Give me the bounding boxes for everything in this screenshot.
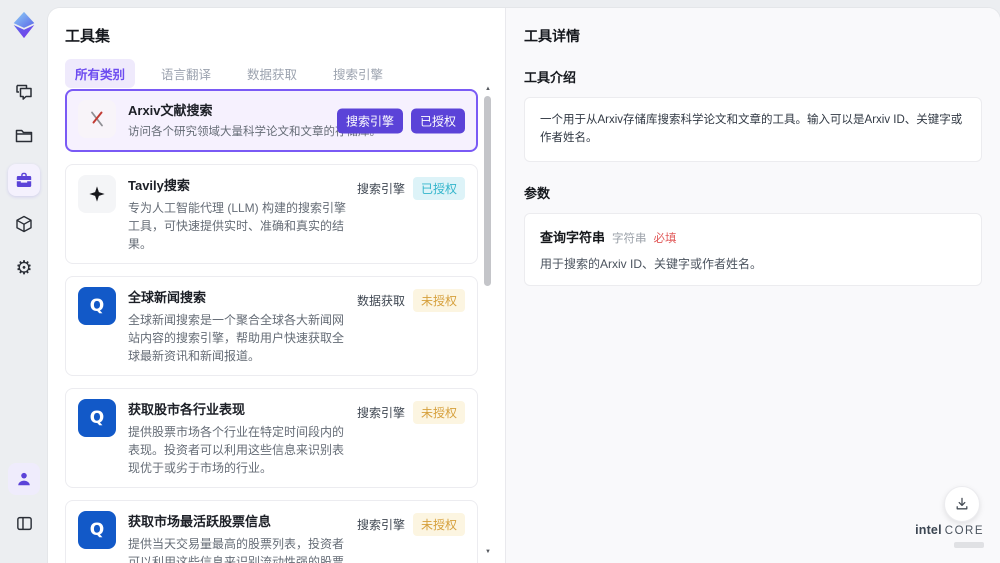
status-badge: 未授权 [412,513,465,537]
tool-list: Arxiv文献搜索 访问各个研究领域大量科学论文和文章的存储库。 搜索引擎 已授… [65,89,478,563]
toolbox-icon[interactable] [8,164,40,196]
param-box: 查询字符串 字符串 必填 用于搜索的Arxiv ID、关键字或作者姓名。 [524,212,982,286]
scroll-down-icon[interactable]: ▼ [483,549,493,555]
category-label: 搜索引擎 [356,182,405,197]
scrollbar-thumb[interactable] [484,96,491,286]
status-badge: 已授权 [412,177,465,201]
tab-language-translation[interactable]: 语言翻译 [151,59,221,88]
category-label: 搜索引擎 [356,518,405,533]
page-title: 工具集 [65,28,111,45]
param-name: 查询字符串 [540,229,606,245]
intel-core-logo: intel core [915,521,984,548]
tool-description: 提供股票市场各个行业在特定时间段内的表现。投资者可以利用这些信息来识别表现优于或… [128,425,345,476]
params-heading: 参数 [524,185,551,201]
tab-data-fetch[interactable]: 数据获取 [237,59,307,88]
finance-app-icon: Q [78,511,116,550]
brand-core: core [944,525,984,538]
tab-all-categories[interactable]: 所有类别 [65,59,136,88]
tool-name: 获取股市各行业表现 [128,402,246,418]
app-logo [9,10,39,40]
status-badge: 已授权 [410,108,465,134]
status-badge: 未授权 [412,289,465,313]
status-badge: 未授权 [412,401,465,425]
download-icon [956,497,968,510]
sparkle-icon [78,175,116,214]
category-tabs: 所有类别 语言翻译 数据获取 搜索引擎 [65,59,393,88]
tool-card[interactable]: Tavily搜索 专为人工智能代理 (LLM) 构建的搜索引擎工具，可快速提供实… [65,164,478,265]
intro-text: 一个用于从Arxiv存储库搜索科学论文和文章的工具。输入可以是Arxiv ID、… [540,114,963,145]
tool-name: 全球新闻搜索 [128,290,207,306]
tool-description: 专为人工智能代理 (LLM) 构建的搜索引擎工具，可快速提供实时、准确和真实的结… [128,201,347,252]
tool-description: 全球新闻搜索是一个聚合全球各大新闻网站内容的搜索引擎，帮助用户快速获取全球最新资… [128,313,345,364]
cube-icon[interactable] [8,208,40,240]
brand-intel: intel [915,523,942,538]
news-app-icon: Q [78,287,116,326]
tool-detail-pane: 工具详情 工具介绍 一个用于从Arxiv存储库搜索科学论文和文章的工具。输入可以… [505,8,1000,563]
main-content: 工具集 所有类别 语言翻译 数据获取 搜索引擎 Arxiv文献搜索 访问各个研究… [48,8,1000,563]
tool-card[interactable]: Arxiv文献搜索 访问各个研究领域大量科学论文和文章的存储库。 搜索引擎 已授… [65,89,478,153]
scroll-up-icon[interactable]: ▲ [483,86,493,92]
param-description: 用于搜索的Arxiv ID、关键字或作者姓名。 [540,256,763,271]
folder-icon[interactable] [8,120,40,152]
tool-list-pane: 工具集 所有类别 语言翻译 数据获取 搜索引擎 Arxiv文献搜索 访问各个研究… [48,8,505,563]
tool-name: Tavily搜索 [128,178,190,194]
category-badge: 搜索引擎 [336,108,403,134]
category-label: 数据获取 [356,294,405,309]
tool-card[interactable]: Q 获取股市各行业表现 提供股票市场各个行业在特定时间段内的表现。投资者可以利用… [65,388,478,489]
finance-app-icon: Q [78,399,116,438]
detail-title: 工具详情 [524,28,580,44]
tab-search-engine[interactable]: 搜索引擎 [323,59,393,88]
left-rail: ⚙ [0,0,48,563]
user-icon[interactable] [8,463,40,495]
category-label: 搜索引擎 [356,406,405,421]
panel-toggle-icon[interactable] [8,507,40,539]
list-scrollbar: ▲ ▼ [483,86,493,557]
brand-sub-mark [954,542,984,548]
tool-description: 提供当天交易量最高的股票列表，投资者可以利用这些信息来识别流动性强的股票和潜在的… [128,537,345,563]
intro-heading: 工具介绍 [524,70,577,85]
download-button[interactable] [944,486,980,522]
intro-box: 一个用于从Arxiv存储库搜索科学论文和文章的工具。输入可以是Arxiv ID、… [524,97,982,162]
chat-icon[interactable] [8,76,40,108]
arxiv-logo-icon [78,100,116,138]
tool-card[interactable]: Q 获取市场最活跃股票信息 提供当天交易量最高的股票列表，投资者可以利用这些信息… [65,500,478,563]
settings-icon[interactable]: ⚙ [8,252,40,284]
tool-name: 获取市场最活跃股票信息 [128,514,272,530]
param-required-badge: 必填 [653,232,677,245]
param-type: 字符串 [612,232,647,245]
tool-card[interactable]: Q 全球新闻搜索 全球新闻搜索是一个聚合全球各大新闻网站内容的搜索引擎，帮助用户… [65,276,478,377]
